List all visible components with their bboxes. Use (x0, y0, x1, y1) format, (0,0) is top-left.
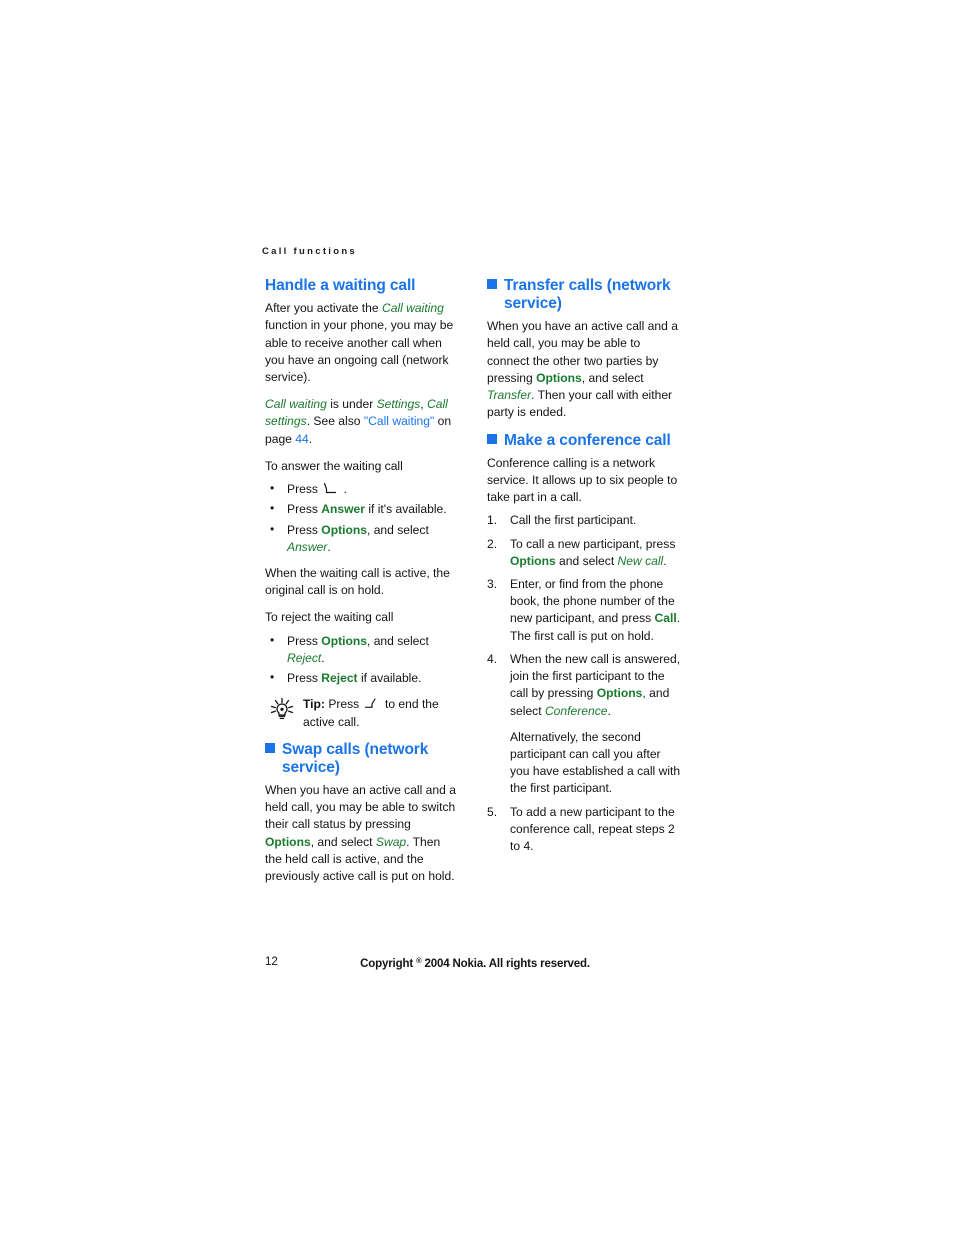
text-run: Press (287, 671, 322, 686)
list-conference-steps: Call the first participant. To call a ne… (487, 512, 681, 855)
softkey-options: Options (510, 553, 556, 568)
menu-item-answer: Answer (287, 539, 328, 554)
send-call-key-icon (322, 482, 339, 495)
list-item: To call a new participant, press Options… (487, 536, 681, 570)
list-reject-waiting-call: Press Options, and select Reject. Press … (265, 632, 459, 688)
list-item: Press . (265, 480, 459, 498)
softkey-options: Options (265, 834, 311, 849)
text-run: if available. (357, 671, 422, 686)
text-run: Call the first participant. (510, 513, 637, 528)
menu-item-call-waiting: Call waiting (381, 301, 444, 316)
list-item: Enter, or find from the phone book, the … (487, 576, 681, 645)
list-item: When the new call is answered, join the … (487, 651, 681, 798)
softkey-answer: Answer (321, 502, 365, 517)
heading-text: Make a conference call (504, 431, 671, 449)
copyright-notice: Copyright ® 2004 Nokia. All rights reser… (265, 956, 685, 970)
text-run: , and select (581, 370, 644, 385)
text-run: 2004 Nokia. All rights reserved. (421, 958, 590, 970)
text-run: . (308, 431, 313, 446)
right-column: Transfer calls (network service) When yo… (487, 277, 681, 864)
text-run: After you activate the (265, 301, 382, 316)
text-run: and select (555, 553, 618, 568)
text-run: Press (287, 502, 322, 517)
blue-square-bullet-icon (487, 279, 497, 289)
heading-handle-a-waiting-call: Handle a waiting call (265, 277, 416, 294)
blue-square-bullet-icon (487, 433, 497, 444)
text-run: To call a new participant, press (510, 536, 676, 551)
menu-item-conference: Conference (544, 703, 608, 718)
text-run: , and select (366, 522, 429, 537)
end-call-key-icon (364, 698, 381, 710)
text-run: . (321, 650, 325, 665)
heading-text: Swap calls (network service) (282, 740, 429, 776)
text-run: . See also (306, 414, 364, 429)
softkey-options: Options (321, 633, 367, 648)
page-reference-link[interactable]: 44 (295, 432, 308, 446)
paragraph-alternatively: Alternatively, the second participant ca… (510, 729, 681, 796)
list-answer-waiting-call: Press . Press Answer if it's available. … (265, 480, 459, 556)
softkey-reject: Reject (321, 671, 358, 686)
cross-reference-link-call-waiting[interactable]: "Call waiting" (364, 414, 434, 428)
menu-item-reject: Reject (287, 650, 322, 665)
manual-page: Call functions Handle a waiting call Aft… (0, 0, 954, 1235)
menu-item-settings: Settings (376, 397, 421, 412)
text-run: Press (287, 633, 322, 648)
text-run: When you have an active call and a held … (265, 782, 456, 832)
blue-square-bullet-icon (265, 742, 275, 753)
list-item: To add a new participant to the conferen… (487, 804, 681, 856)
text-run: . (663, 553, 667, 568)
heading-transfer-calls: Transfer calls (network service) (487, 277, 681, 313)
paragraph-call-waiting-location: Call waiting is under Settings, Call set… (265, 396, 459, 448)
text-run: Press (324, 697, 363, 712)
paragraph-transfer-calls: When you have an active call and a held … (487, 318, 681, 421)
paragraph-after-you-activate: After you activate the Call waiting func… (265, 300, 459, 386)
left-column: Handle a waiting call After you activate… (265, 277, 459, 895)
heading-text: Transfer calls (network service) (504, 277, 671, 313)
menu-item-swap: Swap (375, 834, 407, 849)
paragraph-conference-intro: Conference calling is a network service.… (487, 455, 678, 505)
text-run: To add a new participant to the conferen… (510, 804, 675, 854)
text-run: Press (287, 482, 322, 497)
text-run: . (327, 539, 331, 554)
text-run: . (607, 703, 611, 718)
softkey-call: Call (654, 611, 677, 626)
text-run: Press (287, 522, 322, 537)
heading-swap-calls: Swap calls (network service) (265, 741, 459, 777)
text-run: , and select (310, 834, 376, 849)
list-item: Press Options, and select Reject. (265, 632, 459, 667)
text-run: . (340, 482, 348, 497)
tip-label: Tip: (303, 697, 325, 712)
text-run: is under (326, 397, 377, 412)
softkey-options: Options (321, 522, 367, 537)
paragraph-swap-calls: When you have an active call and a held … (265, 782, 459, 885)
list-item: Press Reject if available. (265, 669, 459, 687)
menu-item-new-call: New call (617, 553, 664, 568)
list-item: Press Answer if it's available. (265, 500, 459, 518)
page-footer: 12 Copyright ® 2004 Nokia. All rights re… (265, 956, 685, 972)
text-run: if it's available. (364, 502, 447, 517)
paragraph-to-reject-the-waiting-call: To reject the waiting call (265, 610, 394, 625)
list-item: Call the first participant. (487, 512, 681, 529)
text-run: function in your phone, you may be able … (265, 318, 454, 384)
lightbulb-icon (267, 697, 297, 723)
text-run: , and select (366, 633, 429, 648)
text-run: Enter, or find from the phone book, the … (510, 577, 675, 626)
paragraph-when-waiting-call-active: When the waiting call is active, the ori… (265, 565, 450, 598)
running-header: Call functions (262, 246, 358, 257)
heading-make-a-conference-call: Make a conference call (487, 432, 681, 450)
softkey-options: Options (596, 686, 643, 701)
tip-block: Tip: Press to end the active call. (265, 696, 459, 730)
menu-item-call-waiting: Call waiting (265, 397, 327, 412)
list-item: Press Options, and select Answer. (265, 521, 459, 556)
menu-item-transfer: Transfer (487, 388, 532, 403)
paragraph-to-answer-the-waiting-call: To answer the waiting call (265, 458, 403, 473)
text-run: Copyright (360, 958, 417, 970)
softkey-options: Options (536, 370, 582, 385)
